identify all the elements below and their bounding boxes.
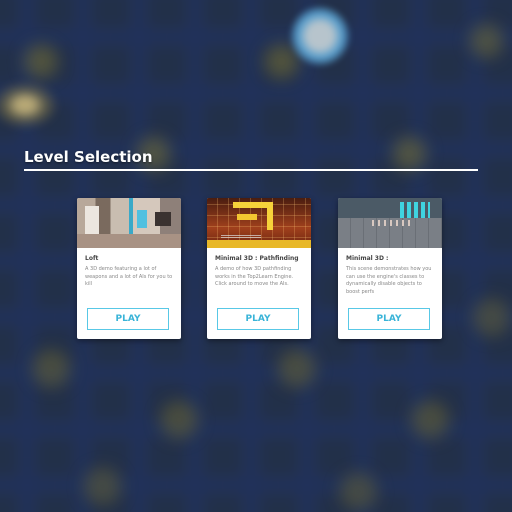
level-title: Loft — [85, 255, 99, 262]
page-title: Level Selection — [24, 148, 153, 166]
level-description: This scene demonstrates how you can use … — [346, 266, 432, 295]
play-button-minimal-3d[interactable]: PLAY — [348, 308, 430, 330]
level-description: A demo of how 3D pathfinding works in th… — [215, 266, 294, 287]
level-thumbnail-pathfinding — [207, 198, 311, 248]
level-title: Minimal 3D : Pathfinding — [215, 255, 299, 262]
level-description: A 3D demo featuring a lot of weapons and… — [85, 266, 173, 287]
level-card-loft[interactable]: Loft A 3D demo featuring a lot of weapon… — [77, 198, 181, 339]
level-card-minimal-3d[interactable]: Minimal 3D : This scene demonstrates how… — [338, 198, 442, 339]
title-divider — [24, 169, 478, 171]
play-button-loft[interactable]: PLAY — [87, 308, 169, 330]
level-thumbnail-minimal-3d — [338, 198, 442, 248]
level-card-pathfinding[interactable]: Minimal 3D : Pathfinding A demo of how 3… — [207, 198, 311, 339]
play-button-pathfinding[interactable]: PLAY — [217, 308, 299, 330]
level-thumbnail-loft — [77, 198, 181, 248]
level-title: Minimal 3D : — [346, 255, 389, 262]
